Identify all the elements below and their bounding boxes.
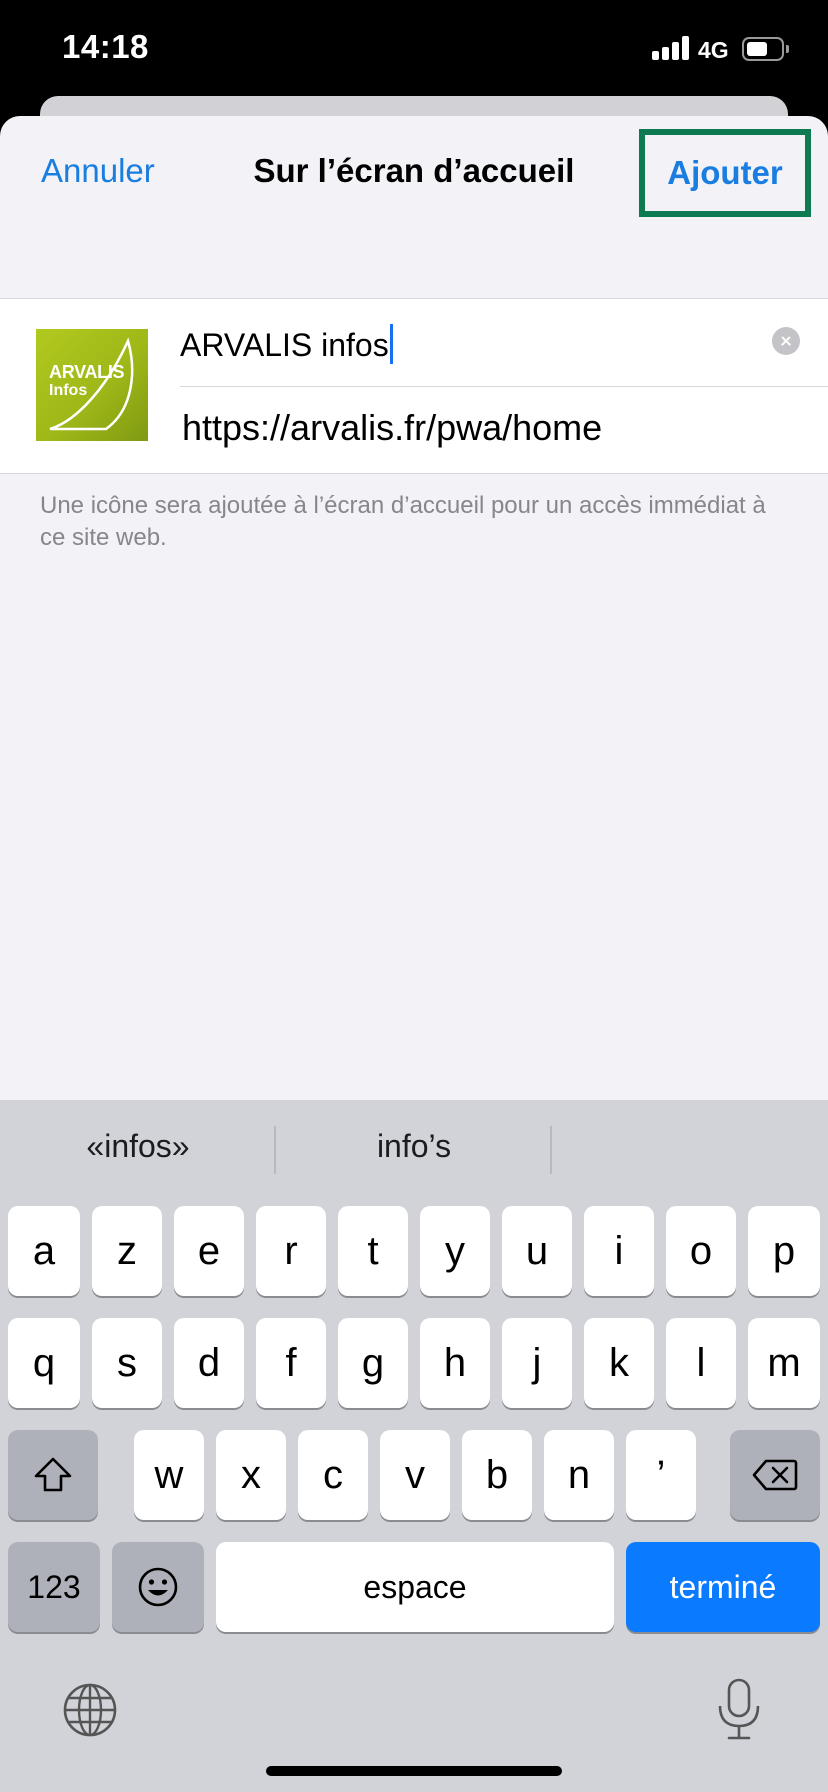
app-icon: ARVALIS Infos	[36, 329, 148, 441]
add-to-home-sheet: Annuler Sur l’écran d’accueil Ajouter AR…	[0, 116, 828, 1100]
key-a[interactable]: a	[8, 1206, 80, 1296]
battery-icon	[742, 37, 784, 61]
key-p[interactable]: p	[748, 1206, 820, 1296]
key-t[interactable]: t	[338, 1206, 408, 1296]
key-i[interactable]: i	[584, 1206, 654, 1296]
key-e[interactable]: e	[174, 1206, 244, 1296]
key-k[interactable]: k	[584, 1318, 654, 1408]
app-icon-label: ARVALIS	[49, 362, 125, 382]
footnote: Une icône sera ajoutée à l’écran d’accue…	[40, 492, 766, 551]
key-apostrophe[interactable]: ’	[626, 1430, 696, 1520]
key-d[interactable]: d	[174, 1318, 244, 1408]
home-indicator	[266, 1766, 562, 1776]
shift-arrow-icon	[34, 1457, 72, 1492]
backspace-key[interactable]	[730, 1430, 820, 1520]
key-m[interactable]: m	[748, 1318, 820, 1408]
space-key[interactable]: espace	[216, 1542, 614, 1632]
key-r[interactable]: r	[256, 1206, 326, 1296]
emoji-icon	[138, 1567, 178, 1607]
key-s[interactable]: s	[92, 1318, 162, 1408]
battery-cap	[786, 45, 789, 53]
status-time: 14:18	[62, 28, 149, 65]
emoji-key[interactable]	[112, 1542, 204, 1632]
status-bar: 14:18 4G	[0, 0, 828, 100]
key-v[interactable]: v	[380, 1430, 450, 1520]
url-field: https://arvalis.fr/pwa/home	[182, 407, 603, 448]
numbers-key[interactable]: 123	[8, 1542, 100, 1632]
key-y[interactable]: y	[420, 1206, 490, 1296]
done-key[interactable]: terminé	[626, 1542, 820, 1632]
backspace-icon	[752, 1459, 798, 1491]
add-button[interactable]: Ajouter	[639, 129, 811, 217]
text-caret	[389, 324, 393, 364]
key-o[interactable]: o	[666, 1206, 736, 1296]
keyboard: «infos» info’s a z e r t y u i o p q s d…	[0, 1100, 828, 1792]
suggestion-divider	[550, 1126, 552, 1174]
clear-text-icon[interactable]	[772, 327, 800, 355]
globe-icon[interactable]	[62, 1682, 118, 1738]
key-h[interactable]: h	[420, 1318, 490, 1408]
key-q[interactable]: q	[8, 1318, 80, 1408]
name-field[interactable]: ARVALIS infos	[180, 299, 828, 387]
suggestion-1[interactable]: «infos»	[0, 1128, 276, 1165]
key-f[interactable]: f	[256, 1318, 326, 1408]
network-label: 4G	[698, 37, 729, 63]
key-b[interactable]: b	[462, 1430, 532, 1520]
key-w[interactable]: w	[134, 1430, 204, 1520]
microphone-icon[interactable]	[714, 1678, 764, 1742]
key-l[interactable]: l	[666, 1318, 736, 1408]
app-icon-sublabel: Infos	[49, 382, 88, 399]
key-g[interactable]: g	[338, 1318, 408, 1408]
name-value: ARVALIS infos	[180, 327, 389, 363]
key-z[interactable]: z	[92, 1206, 162, 1296]
suggestion-2[interactable]: info’s	[276, 1128, 552, 1165]
key-c[interactable]: c	[298, 1430, 368, 1520]
key-n[interactable]: n	[544, 1430, 614, 1520]
key-j[interactable]: j	[502, 1318, 572, 1408]
key-x[interactable]: x	[216, 1430, 286, 1520]
shift-key[interactable]	[8, 1430, 98, 1520]
signal-icon	[652, 36, 690, 60]
bookmark-form: ARVALIS Infos ARVALIS infos https://arva…	[0, 298, 828, 474]
key-u[interactable]: u	[502, 1206, 572, 1296]
